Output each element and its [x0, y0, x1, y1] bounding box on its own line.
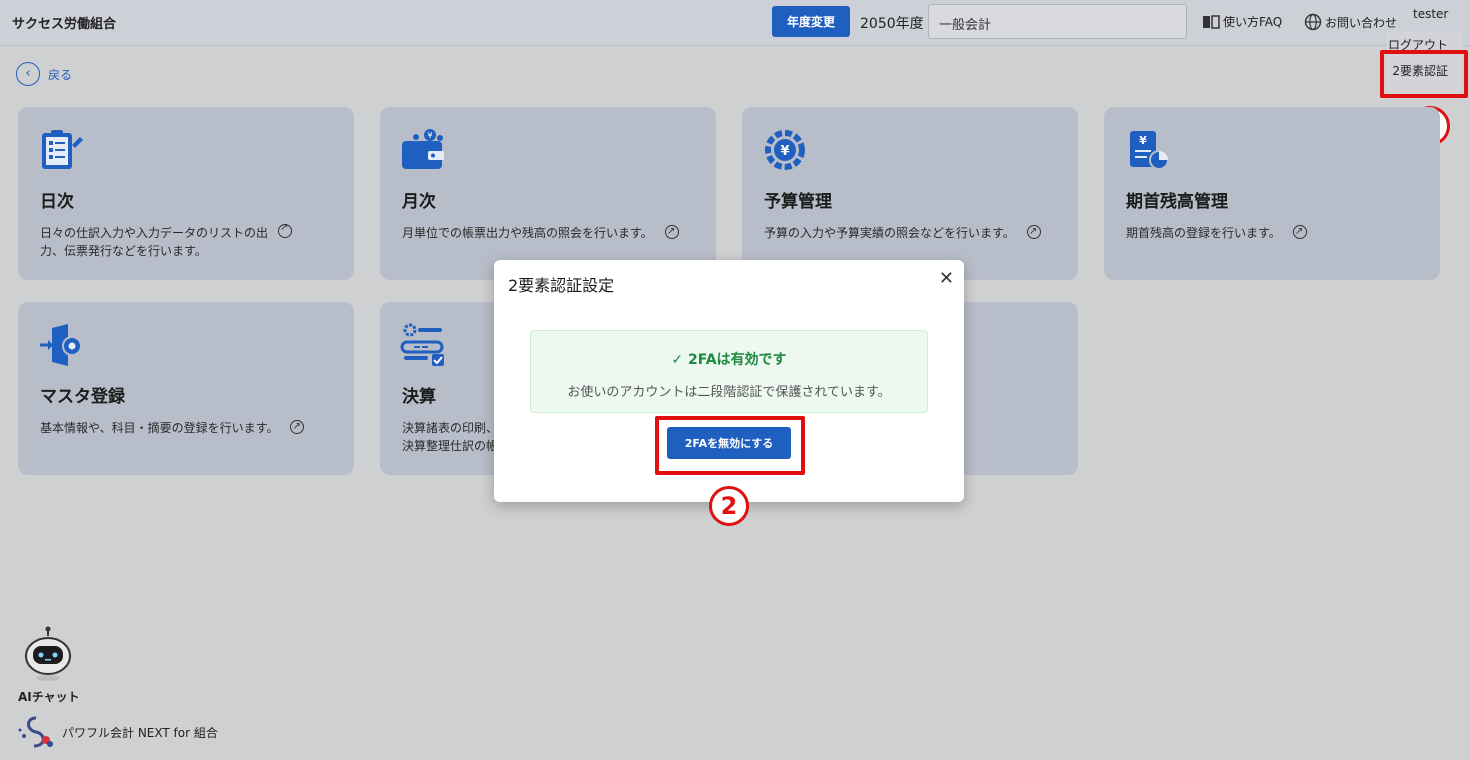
card-description: 決算諸表の印刷、決算整理仕訳の帳	[402, 421, 499, 453]
year-change-button[interactable]: 年度変更	[772, 6, 850, 37]
card-daily[interactable]: 日次 日々の仕訳入力や入力データのリストの出力、伝票発行などを行います。	[18, 107, 354, 280]
book-icon	[1203, 14, 1220, 29]
card-description: 基本情報や、科目・摘要の登録を行います。	[40, 421, 279, 435]
user-menu-toggle[interactable]: tester	[1413, 7, 1448, 21]
back-label: 戻る	[48, 67, 73, 82]
external-link-icon	[1026, 223, 1041, 241]
chevron-left-icon: ‹	[16, 62, 40, 86]
contact-link[interactable]: お問い合わせ	[1304, 13, 1397, 31]
external-link-icon	[664, 223, 679, 241]
door-gear-icon	[40, 324, 82, 366]
card-title: 期首残高管理	[1126, 192, 1228, 212]
card-monthly[interactable]: ¥ 月次 月単位での帳票出力や残高の照会を行います。	[380, 107, 716, 280]
clipboard-checklist-icon	[42, 130, 83, 169]
external-link-icon	[1292, 223, 1307, 241]
faq-label: 使い方FAQ	[1223, 15, 1283, 29]
globe-icon	[1304, 13, 1322, 31]
robot-icon	[25, 626, 71, 681]
svg-text:¥: ¥	[427, 131, 432, 140]
close-icon[interactable]: ✕	[939, 268, 954, 289]
account-select[interactable]: 一般会計	[928, 4, 1187, 39]
brand-name: パワフル会計 NEXT for 組合	[62, 725, 218, 740]
card-title: マスタ登録	[40, 387, 125, 407]
annotation-number-2: 2	[709, 486, 749, 526]
back-link[interactable]: ‹ 戻る	[16, 62, 72, 86]
annotation-highlight-disable	[655, 416, 805, 475]
contact-label: お問い合わせ	[1325, 15, 1398, 30]
yen-document-chart-icon: ¥	[1130, 131, 1169, 170]
faq-link[interactable]: 使い方FAQ	[1202, 13, 1282, 30]
ai-chat-label: AIチャット	[18, 690, 80, 704]
card-title: 月次	[402, 192, 436, 212]
modal-title: 2要素認証設定	[508, 276, 615, 295]
card-budget[interactable]: ¥ 予算管理 予算の入力や予算実績の照会などを行います。	[742, 107, 1078, 280]
card-master[interactable]: マスタ登録 基本情報や、科目・摘要の登録を行います。	[18, 302, 354, 475]
card-description: 期首残高の登録を行います。	[1126, 226, 1281, 240]
card-title: 日次	[40, 192, 74, 212]
card-title: 決算	[402, 387, 436, 407]
wallet-yen-icon: ¥	[402, 129, 444, 169]
settings-flow-icon	[400, 323, 444, 366]
annotation-highlight-twofa	[1380, 50, 1468, 98]
svg-text:¥: ¥	[780, 144, 789, 159]
card-title: 予算管理	[764, 192, 832, 212]
external-link-icon	[290, 418, 305, 436]
card-description: 予算の入力や予算実績の照会などを行います。	[764, 226, 1015, 240]
brand-logo-icon	[18, 716, 53, 748]
twofa-status-message: お使いのアカウントは二段階認証で保護されています。	[567, 385, 891, 400]
fiscal-year: 2050年度	[860, 16, 924, 32]
yen-gear-icon: ¥	[765, 130, 805, 170]
header-bar: サクセス労働組合 年度変更 2050年度 一般会計 使い方FAQ お問い合わせ …	[0, 0, 1470, 46]
ai-chat-button[interactable]	[16, 626, 80, 686]
card-opening-balance[interactable]: ¥ 期首残高管理 期首残高の登録を行います。	[1104, 107, 1440, 280]
twofa-status-panel: ✓ 2FAは有効です お使いのアカウントは二段階認証で保護されています。	[530, 330, 928, 413]
external-link-icon	[278, 222, 292, 238]
brand-footer: パワフル会計 NEXT for 組合	[16, 714, 218, 750]
svg-text:¥: ¥	[1139, 134, 1147, 147]
card-description: 月単位での帳票出力や残高の照会を行います。	[402, 226, 653, 240]
org-name: サクセス労働組合	[12, 17, 117, 32]
card-description: 日々の仕訳入力や入力データのリストの出力、伝票発行などを行います。	[40, 226, 269, 258]
twofa-status-title: ✓ 2FAは有効です	[671, 352, 787, 368]
